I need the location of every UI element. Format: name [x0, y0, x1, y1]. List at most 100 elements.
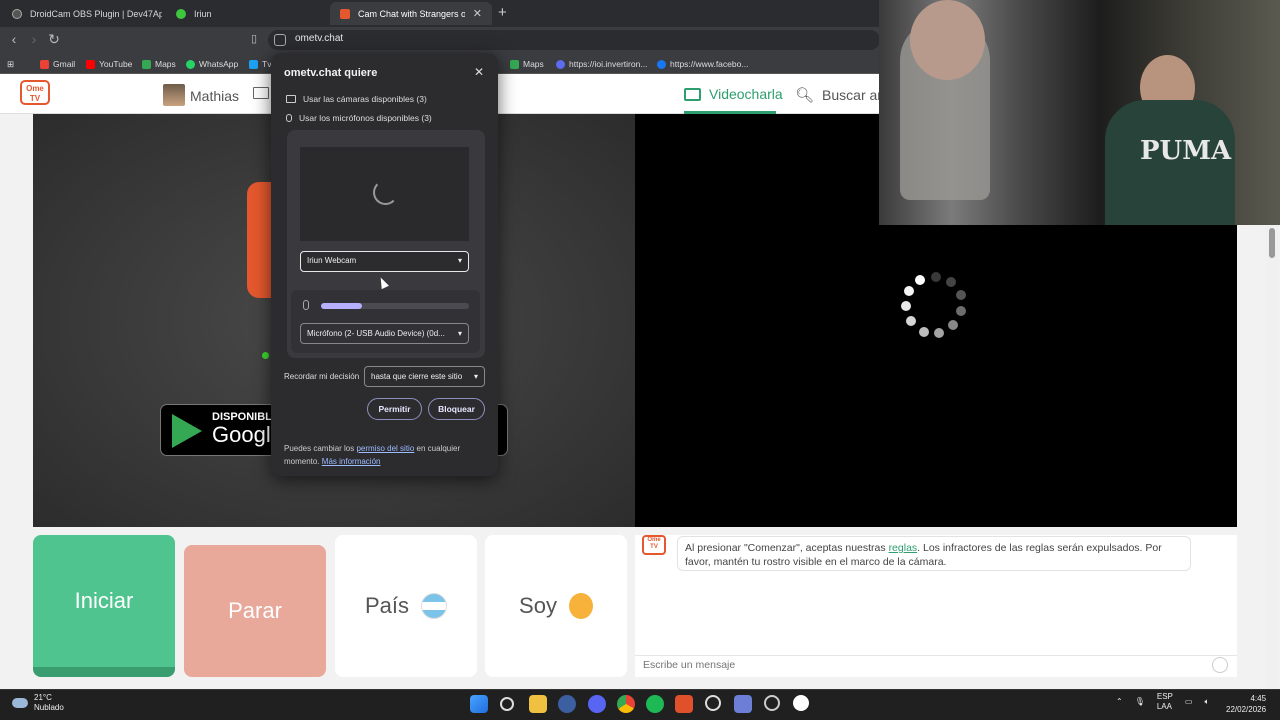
- spinner-dot: [906, 316, 916, 326]
- permission-mics: Usar los micrófonos disponibles (3): [286, 113, 432, 123]
- spinner-dot: [946, 277, 956, 287]
- start-menu-icon[interactable]: [470, 695, 488, 713]
- online-indicator: [262, 352, 269, 359]
- dropdown-arrow-icon: ▾: [457, 256, 462, 265]
- volume-icon[interactable]: 🔈︎: [1204, 697, 1209, 707]
- dropdown-arrow-icon: ▾: [457, 329, 462, 338]
- camera-select[interactable]: Iriun Webcam ▾: [300, 251, 469, 272]
- bookmark-facebook[interactable]: https://www.facebo...: [657, 57, 748, 71]
- mic-level-fill: [321, 303, 363, 309]
- google-play-icon: [172, 414, 202, 448]
- tab-droidcam[interactable]: DroidCam OBS Plugin | Dev47Apps: [2, 2, 162, 25]
- avatar[interactable]: [163, 84, 185, 106]
- microphone-icon[interactable]: 🎙︎: [1135, 697, 1145, 707]
- more-info-link[interactable]: Más información: [322, 457, 381, 466]
- ometv-logo[interactable]: Ome TV: [20, 80, 50, 105]
- language-indicator[interactable]: ESP LAA: [1157, 692, 1173, 712]
- camera-icon: [286, 95, 296, 103]
- country-button[interactable]: País: [335, 535, 477, 677]
- facebook-icon: [657, 59, 666, 69]
- app-icon[interactable]: [764, 695, 780, 711]
- tab-label: DroidCam OBS Plugin | Dev47Apps: [30, 8, 162, 19]
- bookmark-maps-2[interactable]: Maps: [510, 57, 544, 71]
- spinner-dot: [915, 275, 925, 285]
- bookmark-gmail[interactable]: Gmail: [40, 57, 75, 71]
- spotify-icon[interactable]: [646, 695, 664, 713]
- new-tab-icon[interactable]: +: [498, 4, 507, 21]
- remember-select[interactable]: hasta que cierre este sitio ▾: [364, 366, 485, 387]
- block-button[interactable]: Bloquear: [428, 398, 485, 420]
- dropdown-arrow-icon: ▾: [473, 372, 478, 381]
- ometv-favicon-icon: [340, 8, 350, 19]
- mail-icon[interactable]: [253, 87, 269, 99]
- dialog-footer: Puedes cambiar los permiso del sitio en …: [284, 444, 461, 466]
- ometv-chat-logo: Ome TV: [642, 535, 666, 555]
- permission-cameras: Usar las cámaras disponibles (3): [286, 94, 427, 104]
- emoji-icon[interactable]: [1212, 657, 1228, 673]
- argentina-flag-icon: [421, 593, 448, 619]
- spinner-dot: [948, 320, 958, 330]
- bookmark-maps[interactable]: Maps: [142, 57, 176, 71]
- tab-iriun[interactable]: Iriun: [166, 2, 326, 25]
- face-left: [910, 0, 985, 80]
- search-icon: 🔍︎: [795, 87, 815, 104]
- steam-icon[interactable]: [558, 695, 576, 713]
- forward-icon[interactable]: ›: [25, 30, 43, 48]
- tab-videochat[interactable]: Videocharla: [684, 86, 783, 102]
- address-bar[interactable]: [268, 30, 880, 50]
- twitter-icon: [249, 59, 258, 69]
- spinner-dot: [931, 272, 941, 282]
- store-icon[interactable]: [734, 695, 752, 713]
- video-icon: [684, 87, 701, 101]
- gender-button[interactable]: Soy: [485, 535, 627, 677]
- site-settings-icon[interactable]: [274, 34, 286, 46]
- remember-label: Recordar mi decisión: [284, 372, 360, 381]
- allow-button[interactable]: Permitir: [367, 398, 422, 420]
- loading-spinner-icon: [898, 270, 974, 346]
- microphone-icon: [303, 300, 309, 310]
- taskbar: [0, 689, 1280, 720]
- obs-icon[interactable]: [793, 695, 809, 711]
- search-icon[interactable]: [500, 697, 514, 711]
- close-icon[interactable]: ✕: [474, 65, 484, 79]
- spinner-dot: [904, 286, 914, 296]
- start-button[interactable]: Iniciar: [33, 535, 175, 677]
- loading-icon: [373, 180, 398, 205]
- username[interactable]: Mathias: [190, 88, 239, 104]
- microphone-select[interactable]: Micrófono (2- USB Audio Device) (0d... ▾: [300, 323, 469, 344]
- apps-icon[interactable]: ⊞: [7, 57, 14, 71]
- spinner-dot: [901, 301, 911, 311]
- chrome-icon[interactable]: [617, 695, 635, 713]
- url-text: ometv.chat: [295, 33, 344, 44]
- chevron-up-icon[interactable]: ⌃: [1116, 697, 1123, 707]
- site-permission-link[interactable]: permiso del sitio: [356, 444, 414, 453]
- dialog-title: ometv.chat quiere: [284, 67, 378, 79]
- tab-search-friends[interactable]: 🔍︎ Buscar ami: [795, 86, 892, 104]
- iriun-favicon-icon: [176, 8, 186, 19]
- bookmark-icon[interactable]: ▯: [245, 30, 263, 48]
- spinner-dot: [919, 327, 929, 337]
- brave-icon[interactable]: [675, 695, 693, 713]
- file-explorer-icon[interactable]: [529, 695, 547, 713]
- network-icon[interactable]: ▭: [1185, 697, 1193, 707]
- scrollbar[interactable]: [1266, 225, 1278, 689]
- whatsapp-icon: [186, 59, 195, 69]
- globe-icon: [556, 59, 565, 69]
- discord-icon[interactable]: [588, 695, 606, 713]
- weather-widget[interactable]: 21°C Nublado: [12, 693, 64, 713]
- clock[interactable]: 4:45 22/02/2026: [1226, 693, 1266, 715]
- bookmark-whatsapp[interactable]: WhatsApp: [186, 57, 238, 71]
- stop-button[interactable]: Parar: [184, 545, 326, 677]
- bookmark-twitter[interactable]: Tv: [249, 57, 271, 71]
- tab-ometv[interactable]: Cam Chat with Strangers on Ome ✕: [330, 2, 492, 25]
- bookmark-ioi[interactable]: https://ioi.invertiron...: [556, 57, 647, 71]
- bookmark-youtube[interactable]: YouTube: [86, 57, 132, 71]
- rules-link[interactable]: reglas: [889, 542, 918, 554]
- message-input[interactable]: [643, 659, 1183, 671]
- chatgpt-icon[interactable]: [705, 695, 721, 711]
- reload-icon[interactable]: ↻: [45, 30, 63, 48]
- back-icon[interactable]: ‹: [5, 30, 23, 48]
- scrollbar-thumb[interactable]: [1269, 228, 1275, 258]
- close-tab-icon[interactable]: ✕: [473, 7, 482, 20]
- gmail-icon: [40, 59, 49, 69]
